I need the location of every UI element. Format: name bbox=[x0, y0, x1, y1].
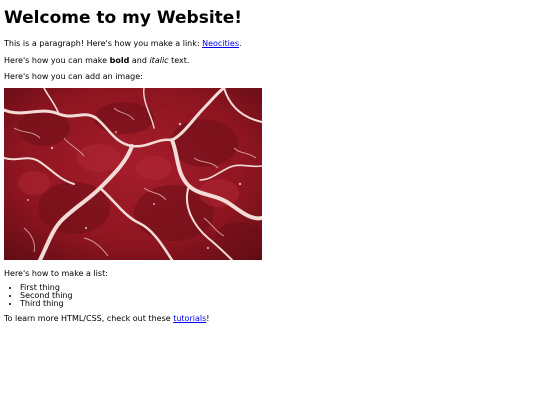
tutorials-paragraph: To learn more HTML/CSS, check out these … bbox=[4, 314, 536, 324]
list-paragraph: Here's how to make a list: bbox=[4, 268, 108, 278]
format-paragraph-prefix: Here's how you can make bbox=[4, 55, 110, 65]
format-paragraph-suffix: text. bbox=[168, 55, 190, 65]
link-paragraph: This is a paragraph! Here's how you make… bbox=[4, 39, 536, 49]
image-paragraph: Here's how you can add an image: bbox=[4, 72, 143, 82]
list-item: Second thing bbox=[20, 292, 536, 300]
page-heading: Welcome to my Website! bbox=[4, 8, 243, 28]
tutorials-link[interactable]: tutorials bbox=[173, 314, 206, 323]
format-paragraph-middle: and bbox=[129, 55, 150, 65]
neocities-link[interactable]: Neocities bbox=[202, 39, 239, 48]
link-paragraph-prefix: This is a paragraph! Here's how you make… bbox=[4, 39, 203, 48]
format-paragraph: Here's how you can make bold and italic … bbox=[4, 56, 536, 66]
list-item: Third thing bbox=[20, 300, 536, 308]
italic-text: italic bbox=[149, 55, 169, 65]
page: Welcome to my Website! This is a paragra… bbox=[0, 0, 540, 405]
list-item: First thing bbox=[20, 284, 536, 292]
link-paragraph-suffix: . bbox=[239, 39, 242, 48]
tutorials-paragraph-prefix: To learn more HTML/CSS, check out these bbox=[4, 314, 174, 324]
meat-image bbox=[4, 87, 262, 260]
things-list: First thing Second thing Third thing bbox=[4, 284, 536, 308]
bold-text: bold bbox=[109, 55, 130, 65]
tutorials-paragraph-suffix: ! bbox=[206, 314, 210, 324]
